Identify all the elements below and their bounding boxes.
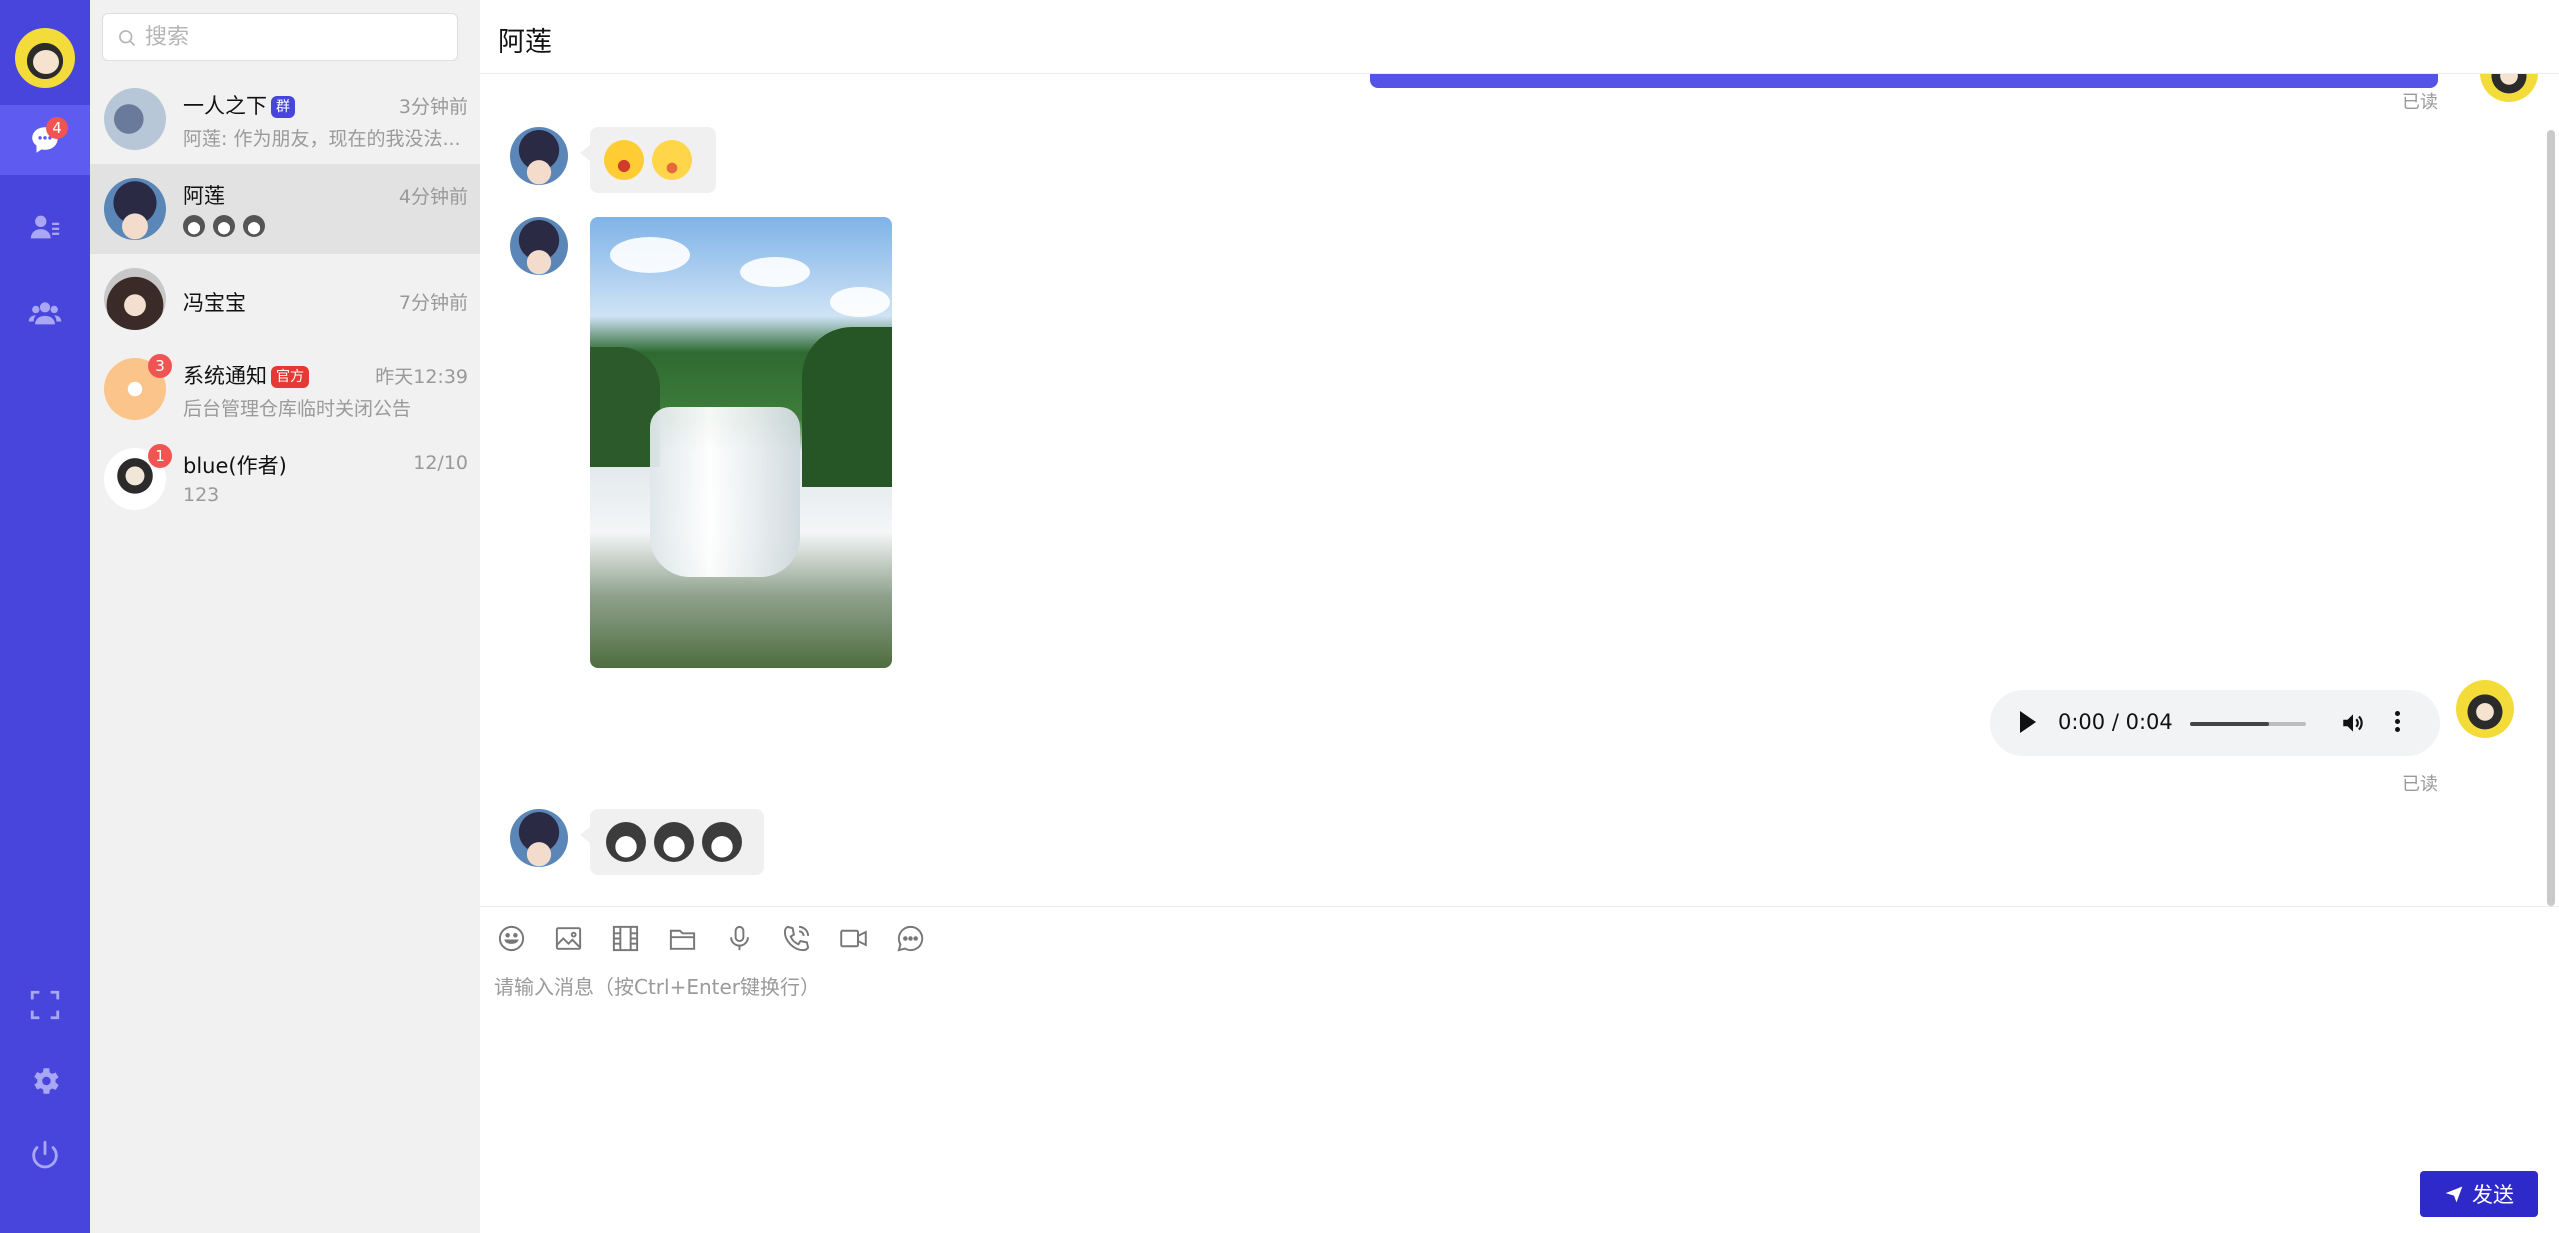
conversation-item[interactable]: 1 blue(作者) 12/10 123: [90, 434, 480, 524]
folder-icon: [669, 929, 696, 950]
gear-icon: [34, 1068, 59, 1094]
conversation-item[interactable]: 冯宝宝 7分钟前: [90, 254, 480, 344]
conversation-time: 3分钟前: [398, 96, 468, 118]
audio-seek-bar[interactable]: [2190, 722, 2306, 726]
avatar: [510, 217, 568, 275]
conversation-time: 昨天12:39: [375, 366, 468, 388]
conversation-name: blue(作者): [183, 454, 287, 478]
conversation-time: 12/10: [413, 452, 468, 474]
conversation-preview: 后台管理仓库临时关闭公告: [183, 398, 412, 420]
paper-plane-icon: [2445, 1186, 2463, 1203]
send-label: 发送: [2472, 1183, 2514, 1207]
sent-message-bubble: [1370, 74, 2438, 88]
image-button[interactable]: [553, 923, 584, 954]
settings-button[interactable]: [0, 1046, 90, 1116]
fullscreen-icon: [30, 990, 60, 1020]
penguin-emoji-icon: [702, 822, 742, 862]
unread-badge: 4: [46, 117, 68, 139]
penguin-emoji-icon: [243, 214, 265, 237]
file-button[interactable]: [667, 923, 698, 954]
avatar: [2480, 74, 2538, 102]
message-list[interactable]: 已读 0:00 / 0:04 已读: [480, 74, 2559, 906]
laughing-emoji-icon: [604, 140, 644, 180]
conversation-name: 系统通知: [183, 364, 267, 388]
penguin-emoji-icon: [606, 822, 646, 862]
more-options-icon[interactable]: [2392, 708, 2402, 738]
conversation-item[interactable]: 一人之下群 3分钟前 阿莲: 作为朋友，现在的我没法...: [90, 74, 480, 164]
avatar: [510, 127, 568, 185]
avatar: [104, 178, 166, 240]
audio-player[interactable]: 0:00 / 0:04: [1990, 690, 2440, 756]
logout-button[interactable]: [0, 1120, 90, 1190]
avatar: [104, 88, 166, 150]
official-tag: 官方: [271, 366, 309, 388]
conversation-preview: 123: [183, 484, 220, 506]
read-status: 已读: [2402, 774, 2438, 795]
conversation-name: 一人之下: [183, 94, 267, 118]
conversation-time: 4分钟前: [398, 186, 468, 208]
chat-header: 阿莲: [480, 0, 2559, 74]
user-avatar[interactable]: [15, 28, 75, 88]
penguin-emoji-icon: [213, 214, 235, 237]
conversation-item[interactable]: 阿莲 4分钟前: [90, 164, 480, 254]
conversation-name: 冯宝宝: [183, 291, 246, 315]
penguin-emoji-icon: [654, 822, 694, 862]
group-tag: 群: [271, 96, 295, 118]
conversation-time: 7分钟前: [398, 292, 468, 314]
nav-contacts[interactable]: [0, 192, 90, 262]
message-composer: 发送: [480, 906, 2559, 1233]
microphone-icon: [730, 925, 749, 951]
message-input[interactable]: [494, 971, 2534, 1131]
image-message[interactable]: [590, 217, 892, 668]
fullscreen-button[interactable]: [0, 970, 90, 1040]
voice-call-button[interactable]: [781, 923, 812, 954]
smiley-icon: [498, 925, 525, 952]
search-box[interactable]: [102, 13, 458, 61]
send-button[interactable]: 发送: [2420, 1171, 2538, 1217]
conversation-name: 阿莲: [183, 184, 225, 208]
penguin-emoji-icon: [183, 214, 205, 237]
play-icon[interactable]: [2020, 711, 2036, 733]
scrollbar[interactable]: [2547, 130, 2555, 906]
search-icon: [119, 30, 136, 47]
group-icon: [28, 302, 62, 325]
contacts-icon: [30, 215, 60, 239]
nav-chats[interactable]: 4: [0, 105, 90, 175]
voice-button[interactable]: [724, 923, 755, 954]
avatar: [2456, 680, 2514, 738]
audio-time: 0:00 / 0:04: [2058, 710, 2173, 734]
phone-icon: [783, 925, 810, 952]
volume-icon[interactable]: [2340, 710, 2366, 736]
avatar: [104, 268, 166, 330]
unread-badge: 3: [148, 354, 172, 378]
avatar: [510, 809, 568, 867]
more-chat-button[interactable]: [895, 923, 926, 954]
image-icon: [555, 927, 582, 950]
conversation-list: 一人之下群 3分钟前 阿莲: 作为朋友，现在的我没法... 阿莲 4分钟前 冯宝…: [90, 0, 480, 1233]
chat-dots-icon: [897, 925, 924, 952]
chat-panel: 阿莲 已读 0:00 / 0:04 已读 请输入消息（按Ctrl+Enter键换…: [480, 0, 2559, 1233]
emoji-message: [580, 127, 716, 193]
chat-app: 4 一人之下群 3分钟前 阿莲: 作为朋友，现在的我没法...: [0, 0, 2559, 1233]
video-call-button[interactable]: [838, 923, 869, 954]
audio-progress: [2190, 722, 2269, 726]
video-camera-icon: [840, 929, 867, 948]
composer-toolbar: [496, 923, 926, 959]
film-icon: [612, 925, 639, 952]
emoji-message: [580, 809, 764, 875]
search-input[interactable]: [145, 22, 445, 52]
nav-groups[interactable]: [0, 278, 90, 348]
grinning-emoji-icon: [652, 140, 692, 180]
conversation-preview: [183, 214, 468, 237]
chat-title: 阿莲: [498, 27, 552, 58]
emoji-button[interactable]: [496, 923, 527, 954]
conversation-item[interactable]: 3 系统通知 官方 昨天12:39 后台管理仓库临时关闭公告: [90, 344, 480, 434]
power-icon: [32, 1140, 58, 1169]
read-status: 已读: [2402, 92, 2438, 113]
conversation-preview: 阿莲: 作为朋友，现在的我没法...: [183, 128, 461, 150]
unread-badge: 1: [148, 444, 172, 468]
nav-rail: 4: [0, 0, 90, 1233]
video-file-button[interactable]: [610, 923, 641, 954]
